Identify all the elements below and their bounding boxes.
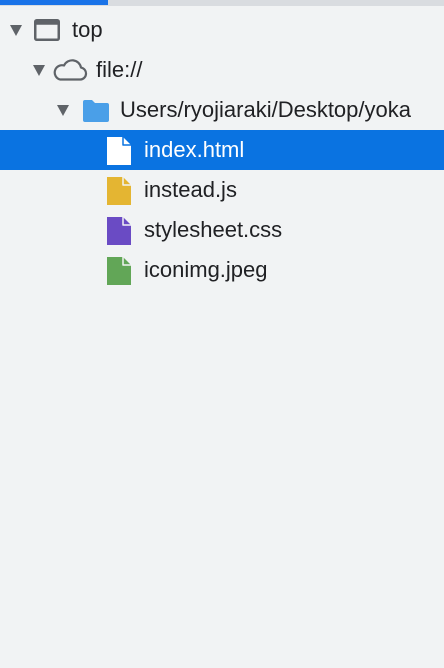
- tree-item-origin[interactable]: file://: [0, 50, 444, 90]
- js-file-icon: [106, 176, 132, 210]
- tree-item-label: top: [72, 17, 103, 42]
- html-file-icon: [106, 136, 132, 170]
- tree-item-folder[interactable]: Users/ryojiaraki/Desktop/yoka: [0, 90, 444, 130]
- cloud-icon: [52, 59, 88, 86]
- sources-file-tree: top file:// Users/ryojiaraki/Desktop/yok…: [0, 10, 444, 290]
- tree-item-label: file://: [96, 57, 143, 82]
- tree-item-file-index-html[interactable]: index.html: [0, 130, 444, 170]
- tree-item-label: iconimg.jpeg: [144, 257, 268, 282]
- panel-header-strip: [0, 0, 444, 6]
- tree-item-file-instead-js[interactable]: instead.js: [0, 170, 444, 210]
- css-file-icon: [106, 216, 132, 250]
- tree-item-label: stylesheet.css: [144, 217, 283, 242]
- tree-item-label: instead.js: [144, 177, 237, 202]
- frame-window-icon: [34, 19, 60, 46]
- expand-triangle-icon[interactable]: [10, 25, 22, 36]
- tree-item-label: Users/ryojiaraki/Desktop/yoka: [120, 97, 411, 122]
- image-file-icon: [106, 256, 132, 290]
- folder-icon: [82, 99, 110, 128]
- tree-item-file-iconimg-jpeg[interactable]: iconimg.jpeg: [0, 250, 444, 290]
- tree-item-top-frame[interactable]: top: [0, 10, 444, 50]
- active-tab-indicator: [0, 0, 108, 5]
- tree-item-label: index.html: [144, 137, 245, 162]
- expand-triangle-icon[interactable]: [33, 65, 45, 76]
- expand-triangle-icon[interactable]: [57, 105, 69, 116]
- tree-item-file-stylesheet-css[interactable]: stylesheet.css: [0, 210, 444, 250]
